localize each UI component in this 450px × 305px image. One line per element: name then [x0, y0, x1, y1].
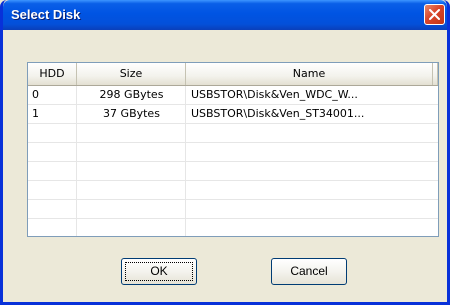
- dialog-title: Select Disk: [11, 7, 81, 22]
- empty-row: [28, 143, 438, 162]
- table-row[interactable]: 1 37 GBytes USBSTOR\Disk&Ven_ST34001...: [28, 105, 438, 124]
- list-rows: 0 298 GBytes USBSTOR\Disk&Ven_WDC_W... 1…: [28, 86, 438, 236]
- title-bar[interactable]: Select Disk: [3, 0, 447, 30]
- column-header-hdd[interactable]: HDD: [28, 63, 77, 85]
- empty-row: [28, 124, 438, 143]
- table-row[interactable]: 0 298 GBytes USBSTOR\Disk&Ven_WDC_W...: [28, 86, 438, 105]
- column-header-filler: [433, 63, 438, 85]
- cell-name: USBSTOR\Disk&Ven_WDC_W...: [191, 88, 358, 101]
- empty-row: [28, 219, 438, 236]
- focus-rectangle: [125, 262, 193, 281]
- select-disk-dialog: Select Disk HDD Size Name 0 298 GBytes U…: [0, 0, 450, 305]
- close-icon: [429, 9, 440, 20]
- cell-hdd: 1: [32, 107, 39, 120]
- empty-row: [28, 162, 438, 181]
- cancel-button-label: Cancel: [290, 264, 328, 278]
- close-button[interactable]: [424, 4, 445, 25]
- empty-row: [28, 181, 438, 200]
- cell-size: 298 GBytes: [99, 88, 164, 101]
- disk-list[interactable]: HDD Size Name 0 298 GBytes USBSTOR\Disk&…: [27, 62, 439, 237]
- ok-button[interactable]: OK: [121, 258, 197, 285]
- cancel-button[interactable]: Cancel: [271, 258, 347, 285]
- cell-size: 37 GBytes: [103, 107, 160, 120]
- cell-hdd: 0: [32, 88, 39, 101]
- list-header: HDD Size Name: [28, 63, 438, 86]
- empty-row: [28, 200, 438, 219]
- column-header-size[interactable]: Size: [77, 63, 186, 85]
- cell-name: USBSTOR\Disk&Ven_ST34001...: [191, 107, 365, 120]
- column-header-name[interactable]: Name: [186, 63, 433, 85]
